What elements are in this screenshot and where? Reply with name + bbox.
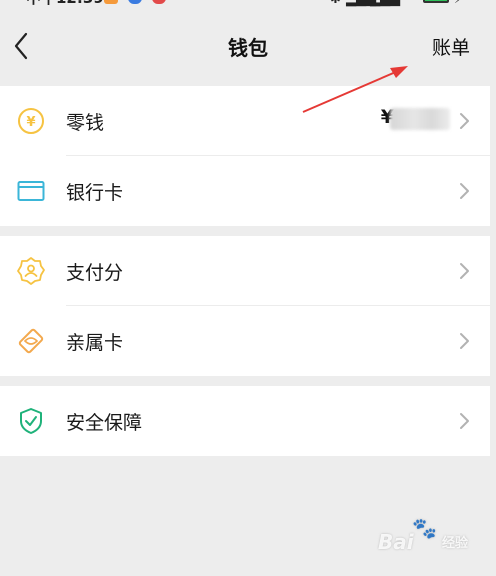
svg-text:¥: ¥ (26, 115, 35, 130)
wallet-group-1: ¥ 零钱 ¥ 银行卡 (0, 86, 490, 226)
watermark-sub: 经验 (442, 536, 469, 551)
chevron-right-icon (460, 113, 469, 129)
family-card-label: 亲属卡 (66, 332, 124, 354)
yen-coin-icon: ¥ (18, 108, 44, 134)
page-title: 钱包 (228, 36, 268, 60)
chevron-right-icon (460, 263, 469, 279)
pay-score-icon (17, 257, 45, 285)
pay-score-label: 支付分 (66, 262, 124, 284)
status-more-dots: ··· (176, 0, 196, 5)
notification-app-icon-2 (128, 0, 142, 4)
change-label: 零钱 (66, 112, 105, 134)
status-time: 中午12:39 (26, 0, 104, 8)
list-item-family-card[interactable]: 亲属卡 (0, 306, 490, 376)
watermark: Bai 🐾 经验 (376, 516, 486, 556)
charging-icon: ⚡ (454, 0, 463, 10)
list-item-security[interactable]: 安全保障 (0, 386, 490, 456)
wallet-screen: 中午12:39 ··· ✱ ▂▄▆ ▂▄▆ ◠ 76 ⚡ 钱包 账单 ¥ 零钱 … (0, 0, 496, 576)
signal-icon-2: ▂▄▆ (370, 0, 400, 10)
bill-button[interactable]: 账单 (432, 33, 470, 60)
chevron-right-icon (460, 183, 469, 199)
family-card-icon (18, 328, 44, 354)
bluetooth-icon: ✱ (330, 0, 341, 10)
bank-card-label: 银行卡 (66, 182, 124, 204)
list-item-change[interactable]: ¥ 零钱 ¥ (0, 86, 490, 156)
status-bar: 中午12:39 ··· ✱ ▂▄▆ ▂▄▆ ◠ 76 ⚡ (0, 0, 496, 10)
security-label: 安全保障 (66, 412, 143, 434)
list-item-pay-score[interactable]: 支付分 (0, 236, 490, 306)
security-shield-icon (20, 408, 42, 434)
wallet-group-2: 支付分 亲属卡 (0, 236, 490, 376)
nav-bar: 钱包 账单 (0, 10, 496, 84)
battery-icon: 76 (423, 0, 449, 3)
balance-amount-blurred (390, 108, 450, 130)
chevron-right-icon (460, 413, 469, 429)
notification-app-icon-1 (104, 0, 118, 4)
paw-logo-icon: 🐾 (412, 516, 437, 540)
notification-app-icon-3 (152, 0, 166, 4)
wallet-group-3: 安全保障 (0, 386, 490, 456)
list-item-bank-card[interactable]: 银行卡 (0, 156, 490, 226)
chevron-right-icon (460, 333, 469, 349)
bank-card-icon (17, 181, 45, 201)
wifi-icon: ◠ (398, 0, 409, 10)
watermark-brand: Bai (378, 530, 414, 554)
